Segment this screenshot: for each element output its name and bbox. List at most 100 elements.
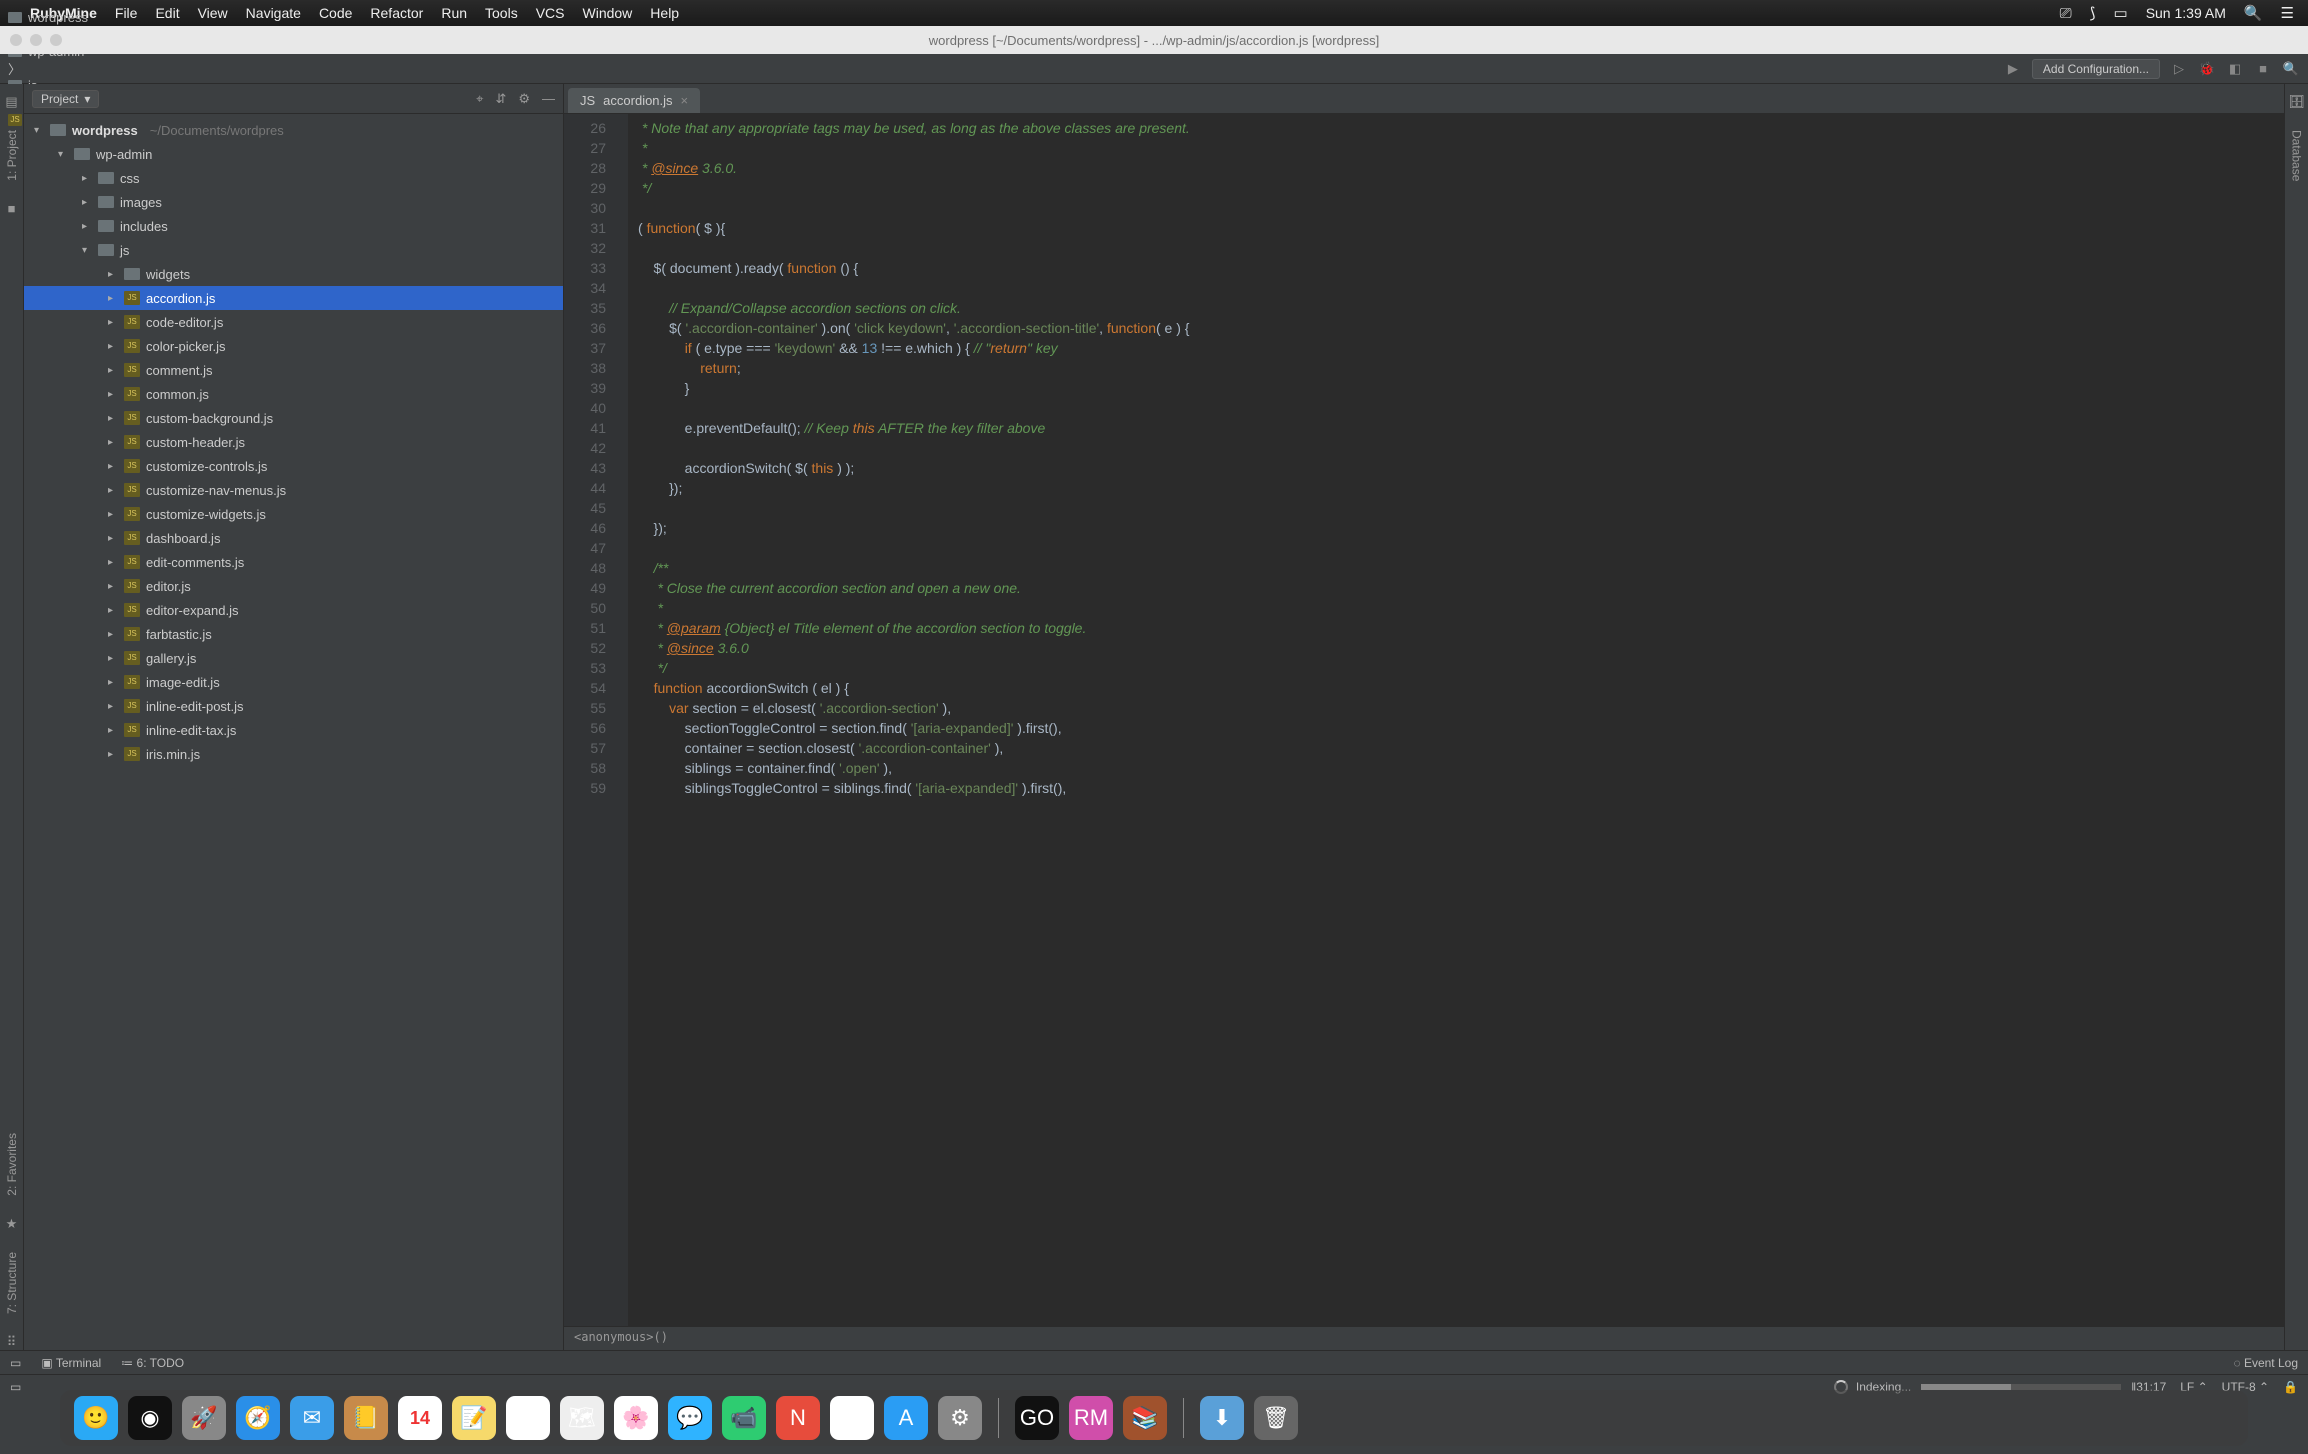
expand-arrow-icon[interactable]: ▸ xyxy=(108,677,118,688)
tree-item-js[interactable]: ▾js xyxy=(24,238,563,262)
toolbox-icon[interactable]: ⟆ xyxy=(2090,4,2096,22)
airplay-icon[interactable]: ⎚ xyxy=(2060,5,2072,22)
dock-news-icon[interactable]: N xyxy=(776,1396,820,1440)
displays-icon[interactable]: ▭ xyxy=(2114,4,2128,22)
expand-arrow-icon[interactable]: ▸ xyxy=(108,701,118,712)
tree-item-customize-controls-js[interactable]: ▸JScustomize-controls.js xyxy=(24,454,563,478)
run-icon[interactable]: ▷ xyxy=(2170,60,2188,78)
menu-code[interactable]: Code xyxy=(319,5,352,21)
expand-arrow-icon[interactable]: ▸ xyxy=(108,653,118,664)
expand-arrow-icon[interactable]: ▸ xyxy=(108,293,118,304)
menu-window[interactable]: Window xyxy=(583,5,633,21)
expand-arrow-icon[interactable]: ▸ xyxy=(82,197,92,208)
dock-safari-icon[interactable]: 🧭 xyxy=(236,1396,280,1440)
tree-item-wp-admin[interactable]: ▾wp-admin xyxy=(24,142,563,166)
expand-arrow-icon[interactable]: ▸ xyxy=(108,605,118,616)
menu-vcs[interactable]: VCS xyxy=(536,5,565,21)
tree-item-custom-header-js[interactable]: ▸JScustom-header.js xyxy=(24,430,563,454)
dock-calendar-icon[interactable]: 14 xyxy=(398,1396,442,1440)
expand-arrow-icon[interactable]: ▸ xyxy=(108,725,118,736)
coverage-icon[interactable]: ◧ xyxy=(2226,60,2244,78)
dock-mail-icon[interactable]: ✉ xyxy=(290,1396,334,1440)
expand-arrow-icon[interactable]: ▸ xyxy=(108,485,118,496)
tree-item-custom-background-js[interactable]: ▸JScustom-background.js xyxy=(24,406,563,430)
dock-books-icon[interactable]: 📚 xyxy=(1123,1396,1167,1440)
left-tab-favorites[interactable]: 2: Favorites xyxy=(5,1133,19,1196)
todo-button[interactable]: ≔ 6: TODO xyxy=(121,1356,184,1370)
expand-arrow-icon[interactable]: ▸ xyxy=(108,413,118,424)
bookmark-icon[interactable]: ■ xyxy=(8,201,16,216)
expand-arrow-icon[interactable]: ▸ xyxy=(108,629,118,640)
tree-item-inline-edit-tax-js[interactable]: ▸JSinline-edit-tax.js xyxy=(24,718,563,742)
tree-item-editor-js[interactable]: ▸JSeditor.js xyxy=(24,574,563,598)
gear-icon[interactable]: ⚙ xyxy=(518,91,530,107)
dock-rubymine-icon[interactable]: RM xyxy=(1069,1396,1113,1440)
locate-icon[interactable]: ⌖ xyxy=(476,91,483,107)
expand-arrow-icon[interactable]: ▸ xyxy=(108,749,118,760)
build-icon[interactable]: ▶ xyxy=(2004,60,2022,78)
tree-item-comment-js[interactable]: ▸JScomment.js xyxy=(24,358,563,382)
dock-contacts-icon[interactable]: 📒 xyxy=(344,1396,388,1440)
code-editor[interactable]: 2627282930313233343536373839404142434445… xyxy=(564,114,2284,1326)
close-icon[interactable]: × xyxy=(681,93,689,108)
tree-item-dashboard-js[interactable]: ▸JSdashboard.js xyxy=(24,526,563,550)
sidebar-toggle-icon[interactable]: ▭ xyxy=(10,1356,21,1370)
menu-refactor[interactable]: Refactor xyxy=(370,5,423,21)
tree-item-widgets[interactable]: ▸widgets xyxy=(24,262,563,286)
breadcrumb-0[interactable]: wordpress xyxy=(8,10,97,25)
tree-item-iris-min-js[interactable]: ▸JSiris.min.js xyxy=(24,742,563,766)
expand-arrow-icon[interactable]: ▸ xyxy=(108,341,118,352)
editor-tab-accordion[interactable]: JS accordion.js × xyxy=(568,88,700,113)
tree-item-includes[interactable]: ▸includes xyxy=(24,214,563,238)
dock-appstore-icon[interactable]: A xyxy=(884,1396,928,1440)
menu-icon[interactable]: ☰ xyxy=(2281,4,2294,22)
clock[interactable]: Sun 1:39 AM xyxy=(2146,5,2226,21)
project-tree[interactable]: ▾wordpress~/Documents/wordpres▾wp-admin ▸… xyxy=(24,114,563,1350)
tree-item-common-js[interactable]: ▸JScommon.js xyxy=(24,382,563,406)
dock-launchpad-icon[interactable]: 🚀 xyxy=(182,1396,226,1440)
code-area[interactable]: * Note that any appropriate tags may be … xyxy=(628,114,2284,1326)
dock-reminders-icon[interactable]: ☑ xyxy=(506,1396,550,1440)
dock-photos-icon[interactable]: 🌸 xyxy=(614,1396,658,1440)
search-everywhere-icon[interactable]: 🔍 xyxy=(2282,60,2300,78)
expand-arrow-icon[interactable]: ▸ xyxy=(108,269,118,280)
left-tab-project[interactable]: 1: Project xyxy=(5,130,19,181)
dock-finder-icon[interactable]: 🙂 xyxy=(74,1396,118,1440)
lock-icon[interactable]: 🔒 xyxy=(2283,1380,2298,1394)
dock-itunes-icon[interactable]: ♪ xyxy=(830,1396,874,1440)
expand-arrow-icon[interactable]: ▾ xyxy=(58,149,68,160)
expand-arrow-icon[interactable]: ▸ xyxy=(108,533,118,544)
tree-item-accordion-js[interactable]: ▸JSaccordion.js xyxy=(24,286,563,310)
event-log-button[interactable]: ◌ Event Log xyxy=(2233,1356,2298,1370)
menu-edit[interactable]: Edit xyxy=(155,5,179,21)
project-view-selector[interactable]: Project ▾ xyxy=(32,90,99,108)
menu-help[interactable]: Help xyxy=(650,5,679,21)
dock-settings-icon[interactable]: ⚙ xyxy=(938,1396,982,1440)
dock-siri-icon[interactable]: ◉ xyxy=(128,1396,172,1440)
dock-downloads-icon[interactable]: ⬇ xyxy=(1200,1396,1244,1440)
menu-file[interactable]: File xyxy=(115,5,138,21)
database-icon[interactable]: 🗄 xyxy=(2288,94,2305,110)
close-window-button[interactable] xyxy=(10,34,22,46)
expand-arrow-icon[interactable]: ▸ xyxy=(82,173,92,184)
expand-arrow-icon[interactable]: ▸ xyxy=(108,557,118,568)
dock-notes-icon[interactable]: 📝 xyxy=(452,1396,496,1440)
tree-item-customize-widgets-js[interactable]: ▸JScustomize-widgets.js xyxy=(24,502,563,526)
fold-gutter[interactable] xyxy=(614,114,628,1326)
minimize-window-button[interactable] xyxy=(30,34,42,46)
expand-arrow-icon[interactable]: ▸ xyxy=(108,461,118,472)
zoom-window-button[interactable] xyxy=(50,34,62,46)
dock-maps-icon[interactable]: 🗺 xyxy=(560,1396,604,1440)
add-configuration-button[interactable]: Add Configuration... xyxy=(2032,59,2160,79)
expand-arrow-icon[interactable]: ▸ xyxy=(108,437,118,448)
tree-item-editor-expand-js[interactable]: ▸JSeditor-expand.js xyxy=(24,598,563,622)
hide-icon[interactable]: — xyxy=(542,91,555,107)
tree-root[interactable]: ▾wordpress~/Documents/wordpres xyxy=(24,118,563,142)
expand-arrow-icon[interactable]: ▸ xyxy=(108,509,118,520)
spotlight-icon[interactable]: 🔍 xyxy=(2244,4,2263,22)
left-tab-structure[interactable]: 7: Structure xyxy=(5,1252,19,1314)
expand-arrow-icon[interactable]: ▸ xyxy=(108,317,118,328)
tree-item-farbtastic-js[interactable]: ▸JSfarbtastic.js xyxy=(24,622,563,646)
tree-item-gallery-js[interactable]: ▸JSgallery.js xyxy=(24,646,563,670)
expand-arrow-icon[interactable]: ▸ xyxy=(82,221,92,232)
